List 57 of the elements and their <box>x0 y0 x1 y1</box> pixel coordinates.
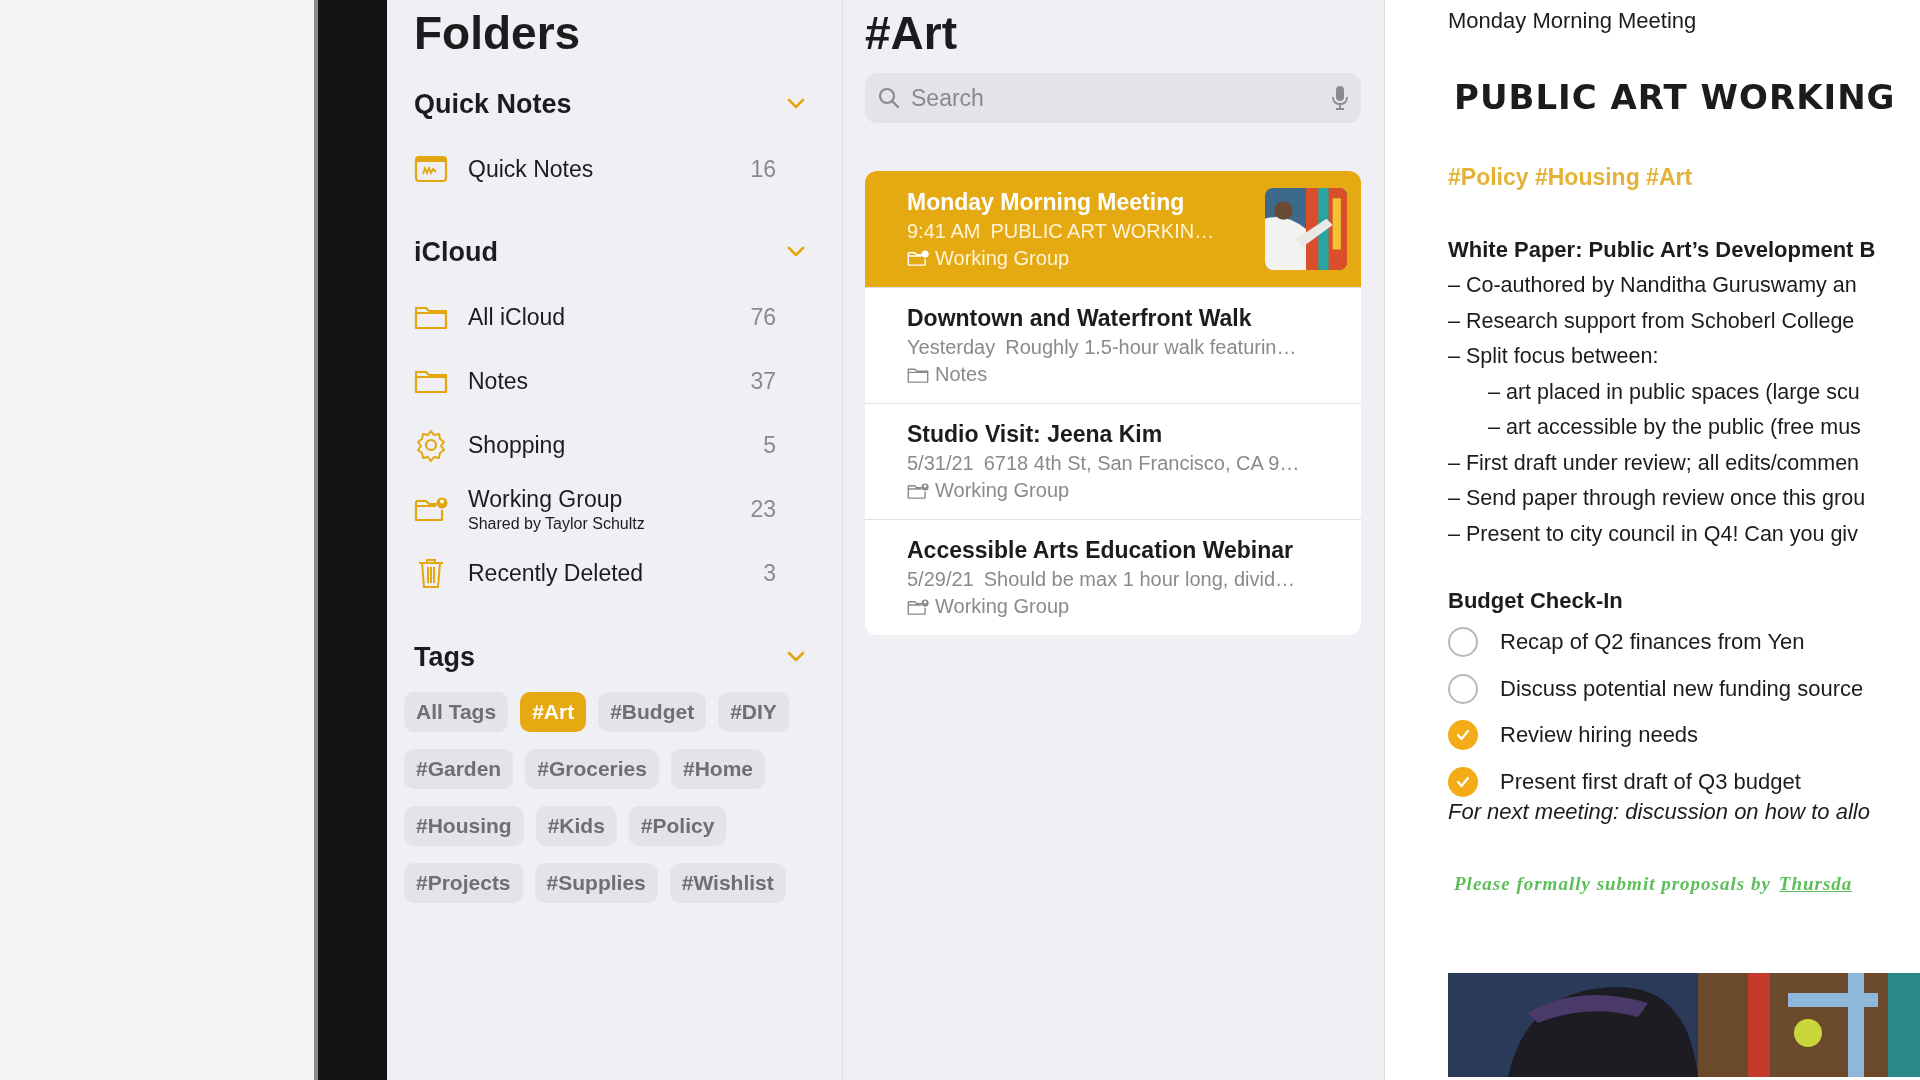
search-icon <box>877 86 901 110</box>
sidebar-title: Folders <box>414 6 582 61</box>
tag-chip[interactable]: #Projects <box>404 863 523 903</box>
note-line: – Send paper through review once this grou <box>1448 485 1867 512</box>
tag-chip[interactable]: #Budget <box>598 692 707 732</box>
gear-icon <box>414 428 448 462</box>
note-item[interactable]: Monday Morning Meeting 9:41 AM PUBLIC ART WORKIN… Working Group <box>865 171 1361 287</box>
note-title: Monday Morning Meeting <box>1448 8 1698 34</box>
tag-chip[interactable]: #Kids <box>535 806 617 846</box>
checklist-item: Recap of Q2 finances from Yen <box>1500 629 1805 656</box>
handwritten-heading: PUBLIC ART WORKING <box>1454 77 1897 117</box>
checkbox[interactable] <box>1448 720 1478 751</box>
tag-chip[interactable]: #Groceries <box>525 749 659 789</box>
note-tags: #Policy #Housing #Art <box>1448 164 1920 191</box>
search-field[interactable]: Search <box>865 73 1361 123</box>
search-input[interactable]: Search <box>909 83 1331 113</box>
folder-item[interactable]: Recently Deleted 3 <box>414 541 842 605</box>
folder-item[interactable]: Shopping 5 <box>414 413 842 477</box>
checklist-item: Present first draft of Q3 budget <box>1500 768 1801 795</box>
tag-chip[interactable]: #Supplies <box>534 863 658 903</box>
checkbox[interactable] <box>1448 673 1478 704</box>
microphone-icon[interactable] <box>1331 85 1349 111</box>
note-line: – Co-authored by Nanditha Guruswamy an <box>1448 272 1858 299</box>
folder-item[interactable]: All iCloud 76 <box>414 285 842 349</box>
section-title: Quick Notes <box>414 88 572 120</box>
date-link[interactable]: Thursda <box>1778 873 1853 895</box>
note-line: – Research support from Schoberl College <box>1448 307 1856 335</box>
note-line: – Split focus between: <box>1448 343 1660 370</box>
folder-item[interactable]: Notes 37 <box>414 349 842 413</box>
tag-chip[interactable]: #Home <box>670 749 765 789</box>
tag-chip[interactable]: #DIY <box>718 692 789 732</box>
note-line: – First draft under review; all edits/commen <box>1448 449 1861 477</box>
section-title: Tags <box>414 641 475 673</box>
section-title: iCloud <box>414 236 498 268</box>
section-heading: White Paper: Public Art’s Development B <box>1448 236 1877 264</box>
section-heading: Budget Check-In <box>1448 587 1624 615</box>
tag-chip[interactable]: #Wishlist <box>669 863 786 903</box>
note-item[interactable]: Accessible Arts Education Webinar 5/29/21 Should be max 1 hour long, divid… Working Group <box>865 519 1361 635</box>
handwritten-note: Please formally submit proposals by <box>1454 873 1771 895</box>
folder-item[interactable]: Quick Notes 16 <box>414 137 842 201</box>
note-line: For next meeting: discussion on how to allo <box>1448 799 1871 825</box>
checklist-item: Review hiring needs <box>1500 722 1699 749</box>
checkbox[interactable] <box>1448 766 1478 797</box>
checklist-item: Discuss potential new funding source <box>1500 675 1864 702</box>
folder-item[interactable]: Working Group Shared by Taylor Schultz 23 <box>414 477 842 541</box>
tag-chip[interactable]: All Tags <box>404 692 509 732</box>
tag-chip[interactable]: #Policy <box>628 806 727 846</box>
note-line: – art placed in public spaces (large scu <box>1488 378 1861 406</box>
tag-chip[interactable]: #Art <box>520 692 587 732</box>
tag-chip[interactable]: #Housing <box>404 806 524 846</box>
tag-chip[interactable]: #Garden <box>404 749 514 789</box>
list-title: #Art <box>865 6 959 61</box>
checkbox[interactable] <box>1448 627 1478 658</box>
note-item[interactable]: Downtown and Waterfront Walk Yesterday Roughly 1.5-hour walk featurin… Notes <box>865 287 1361 403</box>
note-line: – Present to city council in Q4! Can you giv <box>1448 520 1859 548</box>
note-line: – art accessible by the public (free mus <box>1488 414 1862 441</box>
note-item[interactable]: Studio Visit: Jeena Kim 5/31/21 6718 4th St, San Francisco, CA 9… Working Group <box>865 403 1361 519</box>
